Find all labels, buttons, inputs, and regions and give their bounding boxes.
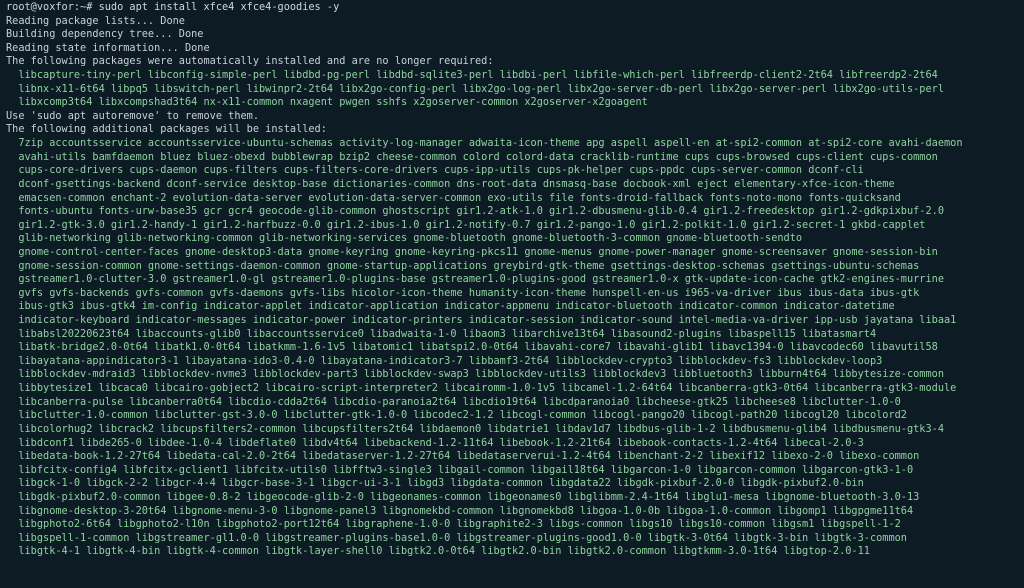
terminal-output-line: libgphoto2-6t64 libgphoto2-l10n libgphot… [6, 518, 901, 531]
terminal-output-line: libgdk-pixbuf2.0-common libgee-0.8-2 lib… [6, 490, 920, 503]
terminal-output-line: libgtk-4-1 libgtk-4-bin libgtk-4-common … [6, 545, 870, 558]
terminal-output-line: libcanberra-pulse libcanberra0t64 libcdi… [6, 395, 901, 408]
terminal-output-line: gvfs gvfs-backends gvfs-common gvfs-daem… [6, 286, 920, 299]
terminal-output-line: libbytesize1 libcaca0 libcairo-gobject2 … [6, 382, 957, 395]
terminal-output-line: libgspell-1-common libgstreamer-gl1.0-0 … [6, 531, 907, 544]
terminal-output-line: 7zip accountsservice accountsservice-ubu… [6, 137, 963, 150]
terminal-output-line: gnome-control-center-faces gnome-desktop… [6, 245, 938, 258]
terminal-output-line: Building dependency tree... Done [6, 28, 204, 41]
terminal-output-line: libdconf1 libde265-0 libdee-1.0-4 libdef… [6, 436, 864, 449]
terminal-output-line: Use 'sudo apt autoremove' to remove them… [6, 109, 260, 122]
terminal-output-line: libcapture-tiny-perl libconfig-simple-pe… [6, 69, 938, 82]
terminal-output-line: libatk-bridge2.0-0t64 libatk1.0-0t64 lib… [6, 341, 938, 354]
terminal-output-line: Reading state information... Done [6, 41, 210, 54]
terminal-output-line: indicator-keyboard indicator-messages in… [6, 314, 957, 327]
terminal-output-line: emacsen-common enchant-2 evolution-data-… [6, 191, 901, 204]
terminal-output-line: glib-networking glib-networking-common g… [6, 232, 803, 245]
terminal-window[interactable]: root@voxfor:~# sudo apt install xfce4 xf… [0, 0, 1024, 588]
terminal-output-line: Reading package lists... Done [6, 14, 185, 27]
terminal-output-line: libfcitx-config4 libfcitx-gclient1 libfc… [6, 463, 914, 476]
terminal-output-line: libayatana-appindicator3-1 libayatana-id… [6, 354, 883, 367]
terminal-output-line: ibus-gtk3 ibus-gtk4 im-config indicator-… [6, 300, 895, 313]
terminal-output-line: libcolorhug2 libcrack2 libcupsfilters2-c… [6, 422, 944, 435]
terminal-output-line: fonts-ubuntu fonts-urw-base35 gcr gcr4 g… [6, 205, 944, 218]
terminal-output-line: libedata-book-1.2-27t64 libedata-cal-2.0… [6, 450, 920, 463]
terminal-output-line: libclutter-1.0-common libclutter-gst-3.0… [6, 409, 907, 422]
terminal-output-line: The following additional packages will b… [6, 123, 327, 136]
terminal-output-line: gnome-session-common gnome-settings-daem… [6, 259, 920, 272]
command-prompt-line: root@voxfor:~# sudo apt install xfce4 xf… [6, 1, 340, 13]
terminal-output-line: cups-core-drivers cups-daemon cups-filte… [6, 164, 864, 177]
terminal-output-line: libgck-1-0 libgck-2-2 libgcr-4-4 libgcr-… [6, 477, 864, 490]
terminal-output-line: libnx-x11-6t64 libpq5 libswitch-perl lib… [6, 82, 944, 95]
terminal-output-line: gstreamer1.0-clutter-3.0 gstreamer1.0-gl… [6, 273, 944, 286]
terminal-output-line: libgnome-desktop-3-20t64 libgnome-menu-3… [6, 504, 914, 517]
terminal-output-line: The following packages were automaticall… [6, 55, 494, 68]
terminal-output-line: avahi-utils bamfdaemon bluez bluez-obexd… [6, 150, 938, 163]
terminal-output-line: dconf-gsettings-backend dconf-service de… [6, 177, 895, 190]
terminal-output-line: libabsl20220623t64 libaccounts-glib0 lib… [6, 327, 877, 340]
terminal-output-line: gir1.2-gtk-3.0 gir1.2-handy-1 gir1.2-har… [6, 218, 926, 231]
terminal-output-line: libblockdev-mdraid3 libblockdev-nvme3 li… [6, 368, 944, 381]
terminal-output-line: libxcomp3t64 libxcompshad3t64 nx-x11-com… [6, 96, 648, 109]
